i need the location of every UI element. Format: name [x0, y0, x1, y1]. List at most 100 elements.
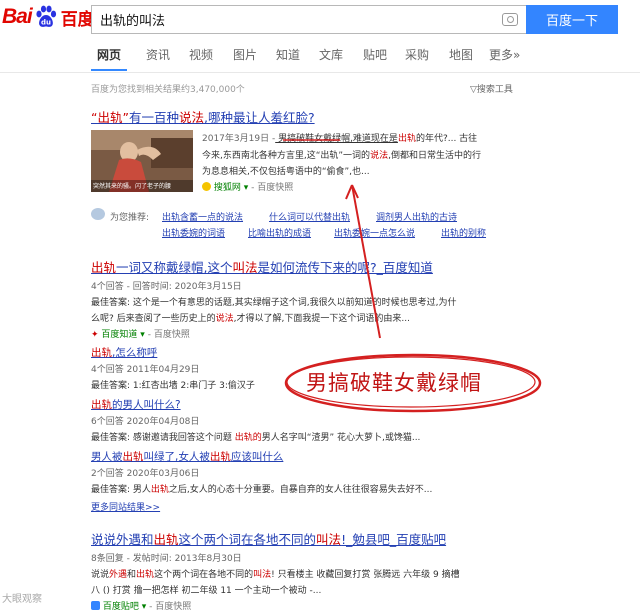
- snapshot-link[interactable]: 百度快照: [257, 183, 293, 193]
- thumbnail-caption: 突然其来的骚。闪了老子的腰: [93, 183, 172, 190]
- tab-map[interactable]: 地图: [449, 46, 473, 63]
- abstract-text: 这个两个词在各地不同的: [154, 570, 254, 580]
- paw-icon: du: [36, 5, 56, 27]
- abstract-highlight: 说法: [370, 151, 389, 161]
- title-text: ,怎么称呼: [112, 347, 158, 359]
- abstract-text: 男搞破鞋女戴绿帽,难道现在是: [275, 134, 398, 144]
- search-tools-button[interactable]: ▽搜索工具: [470, 82, 513, 95]
- recommend-link[interactable]: 比喻出轨的成语: [248, 226, 311, 239]
- search-input[interactable]: [92, 6, 482, 33]
- tab-purchase[interactable]: 采购: [405, 46, 429, 63]
- recommend-link[interactable]: 调剂男人出轨的古诗: [376, 210, 457, 223]
- sohu-icon: [202, 182, 211, 191]
- abstract-text: 和: [127, 570, 137, 580]
- title-text: 应该叫什么: [230, 451, 284, 463]
- title-highlight: 出轨: [153, 532, 179, 547]
- abstract-text: 的年代?... 古往: [415, 134, 478, 144]
- abstract-text: 最佳答案: 男人: [91, 485, 151, 495]
- title-highlight: 出轨: [91, 347, 112, 359]
- svg-text:du: du: [41, 19, 51, 27]
- tab-more[interactable]: 更多»: [489, 46, 520, 63]
- abstract-text: 男人名字叫“渣男” 花心大萝卜,或馋猫...: [261, 433, 421, 443]
- result-1-abstract-line-1: 2017年3月19日 - 男搞破鞋女戴绿帽,难道现在是出轨的年代?... 古往: [202, 131, 477, 144]
- title-text: 一词又称戴绿帽,这个: [116, 260, 233, 275]
- title-highlight: 说法: [178, 110, 204, 125]
- title-highlight: 出轨: [91, 399, 112, 411]
- recommend-link[interactable]: 出轨委婉一点怎么说: [334, 226, 415, 239]
- tab-zhidao[interactable]: 知道: [276, 46, 300, 63]
- title-text: 有一百种: [128, 110, 179, 125]
- result-3-meta: 8条回复 - 发帖时间: 2013年8月30日: [91, 554, 242, 564]
- recommend-link[interactable]: 出轨的别称: [441, 226, 486, 239]
- tieba-icon: [91, 601, 100, 610]
- recommend-link[interactable]: 出轨含蓄一点的说法: [162, 210, 243, 223]
- logo-text-right: 百度: [60, 9, 95, 29]
- result-1-thumbnail[interactable]: 突然其来的骚。闪了老子的腰: [91, 130, 193, 192]
- abstract-highlight: 出轨: [136, 570, 155, 580]
- watermark: 大眼观察: [2, 594, 42, 605]
- header: Bai du 百度 百度一下: [0, 0, 640, 38]
- snapshot-link[interactable]: 百度快照: [155, 602, 191, 612]
- abstract-text: 今来,东西南北各种方言里,这“出轨”一词的: [202, 151, 371, 161]
- tab-webpage[interactable]: 网页: [97, 46, 121, 63]
- sub-answer-3-best: 最佳答案: 男人出轨之后,女人的心态十分重要。自暴自弃的女人往往很容易失去好不.…: [91, 482, 432, 495]
- abstract-text: ,倒都和日常生活中的行: [388, 151, 481, 161]
- recommend-label: 为您推荐:: [110, 213, 150, 223]
- result-3-source: 百度贴吧 ▾ - 百度快照: [91, 599, 191, 612]
- abstract-text: 说说: [91, 570, 110, 580]
- recommend-link[interactable]: 什么词可以代替出轨: [269, 210, 350, 223]
- tab-news[interactable]: 资讯: [146, 46, 170, 63]
- more-related-link[interactable]: 更多同站结果>>: [91, 500, 160, 513]
- search-button[interactable]: 百度一下: [526, 5, 618, 34]
- result-2-source: ✦ 百度知道 ▾ - 百度快照: [91, 330, 190, 340]
- zhidao-icon: ✦: [91, 330, 99, 340]
- sub-answer-2-best: 最佳答案: 感谢邀请我回答这个问题 出轨的男人名字叫“渣男” 花心大萝卜,或馋猫…: [91, 430, 420, 443]
- title-highlight: 出轨: [91, 260, 117, 275]
- dropdown-arrow-icon[interactable]: ▾: [241, 183, 249, 193]
- title-text: 男人被: [91, 451, 123, 463]
- title-highlight: 出轨: [122, 451, 144, 463]
- result-2-title[interactable]: 出轨一词又称戴绿帽,这个叫法是如何流传下来的呢?_百度知道: [91, 257, 433, 276]
- dropdown-arrow-icon[interactable]: ▾: [137, 330, 145, 340]
- result-date: 2017年3月19日 -: [202, 134, 276, 144]
- title-text: 这个两个词在各地不同的: [178, 532, 317, 547]
- title-highlight: 叫法: [232, 260, 258, 275]
- title-text: 说说外遇和: [91, 532, 154, 547]
- sub-answer-1-best: 最佳答案: 1:红杏出墙 2:串门子 3:偷汉子: [91, 381, 255, 391]
- result-count: 百度为您找到相关结果约3,470,000个: [91, 85, 245, 95]
- result-2-best-answer-line-2: 么呢? 后来查阅了一些历史上的说法,才得以了解,下面我提一下这个词语的由来...: [91, 311, 410, 324]
- abstract-text: ,才得以了解,下面我提一下这个词语的由来...: [233, 314, 410, 324]
- source-link[interactable]: 百度知道: [101, 330, 137, 340]
- source-link[interactable]: 百度贴吧: [103, 602, 139, 612]
- filter-icon: ▽: [470, 85, 477, 95]
- sub-answer-3-title[interactable]: 男人被出轨叫绿了,女人被出轨应该叫什么: [91, 449, 283, 464]
- camera-icon[interactable]: [502, 13, 518, 26]
- result-3-abstract-line-1: 说说外遇和出轨这个两个词在各地不同的叫法! 只看楼主 收藏回复打赏 张腾远 六年…: [91, 567, 460, 580]
- abstract-text: 最佳答案: 感谢邀请我回答这个问题: [91, 433, 235, 443]
- annotation-text: 男搞破鞋女戴绿帽: [306, 371, 482, 395]
- sub-answer-2-meta: 6个回答 2020年04月08日: [91, 417, 200, 427]
- result-1-title[interactable]: “出轨”有一百种说法,哪种最让人羞红脸?: [91, 107, 315, 126]
- result-1-abstract-line-2: 今来,东西南北各种方言里,这“出轨”一词的说法,倒都和日常生活中的行: [202, 148, 481, 161]
- sub-answer-2-title[interactable]: 出轨的男人叫什么?: [91, 397, 181, 412]
- dropdown-arrow-icon[interactable]: ▾: [139, 602, 147, 612]
- abstract-highlight: 说法: [215, 314, 234, 324]
- abstract-highlight: 出轨: [150, 485, 169, 495]
- baidu-logo[interactable]: Bai du 百度: [2, 2, 95, 32]
- result-3-title[interactable]: 说说外遇和出轨这个两个词在各地不同的叫法!_勉县吧_百度贴吧: [91, 529, 446, 548]
- snapshot-link[interactable]: 百度快照: [154, 330, 190, 340]
- title-text: !_勉县吧_百度贴吧: [341, 532, 447, 547]
- result-1-source: 搜狐网 ▾ - 百度快照: [202, 180, 293, 193]
- title-highlight: “出轨”: [91, 110, 129, 125]
- sub-answer-1-meta: 4个回答 2011年04月29日: [91, 365, 200, 375]
- tab-video[interactable]: 视频: [189, 46, 213, 63]
- tab-images[interactable]: 图片: [233, 46, 257, 63]
- title-text: 是如何流传下来的呢?_百度知道: [257, 260, 433, 275]
- source-link[interactable]: 搜狐网: [214, 183, 241, 193]
- tab-wenku[interactable]: 文库: [319, 46, 343, 63]
- sub-answer-1-title[interactable]: 出轨,怎么称呼: [91, 345, 157, 360]
- abstract-highlight: 出轨: [397, 134, 416, 144]
- recommend-link[interactable]: 出轨委婉的词语: [162, 226, 225, 239]
- title-text: 叫绿了,女人被: [143, 451, 210, 463]
- tab-tieba[interactable]: 贴吧: [363, 46, 387, 63]
